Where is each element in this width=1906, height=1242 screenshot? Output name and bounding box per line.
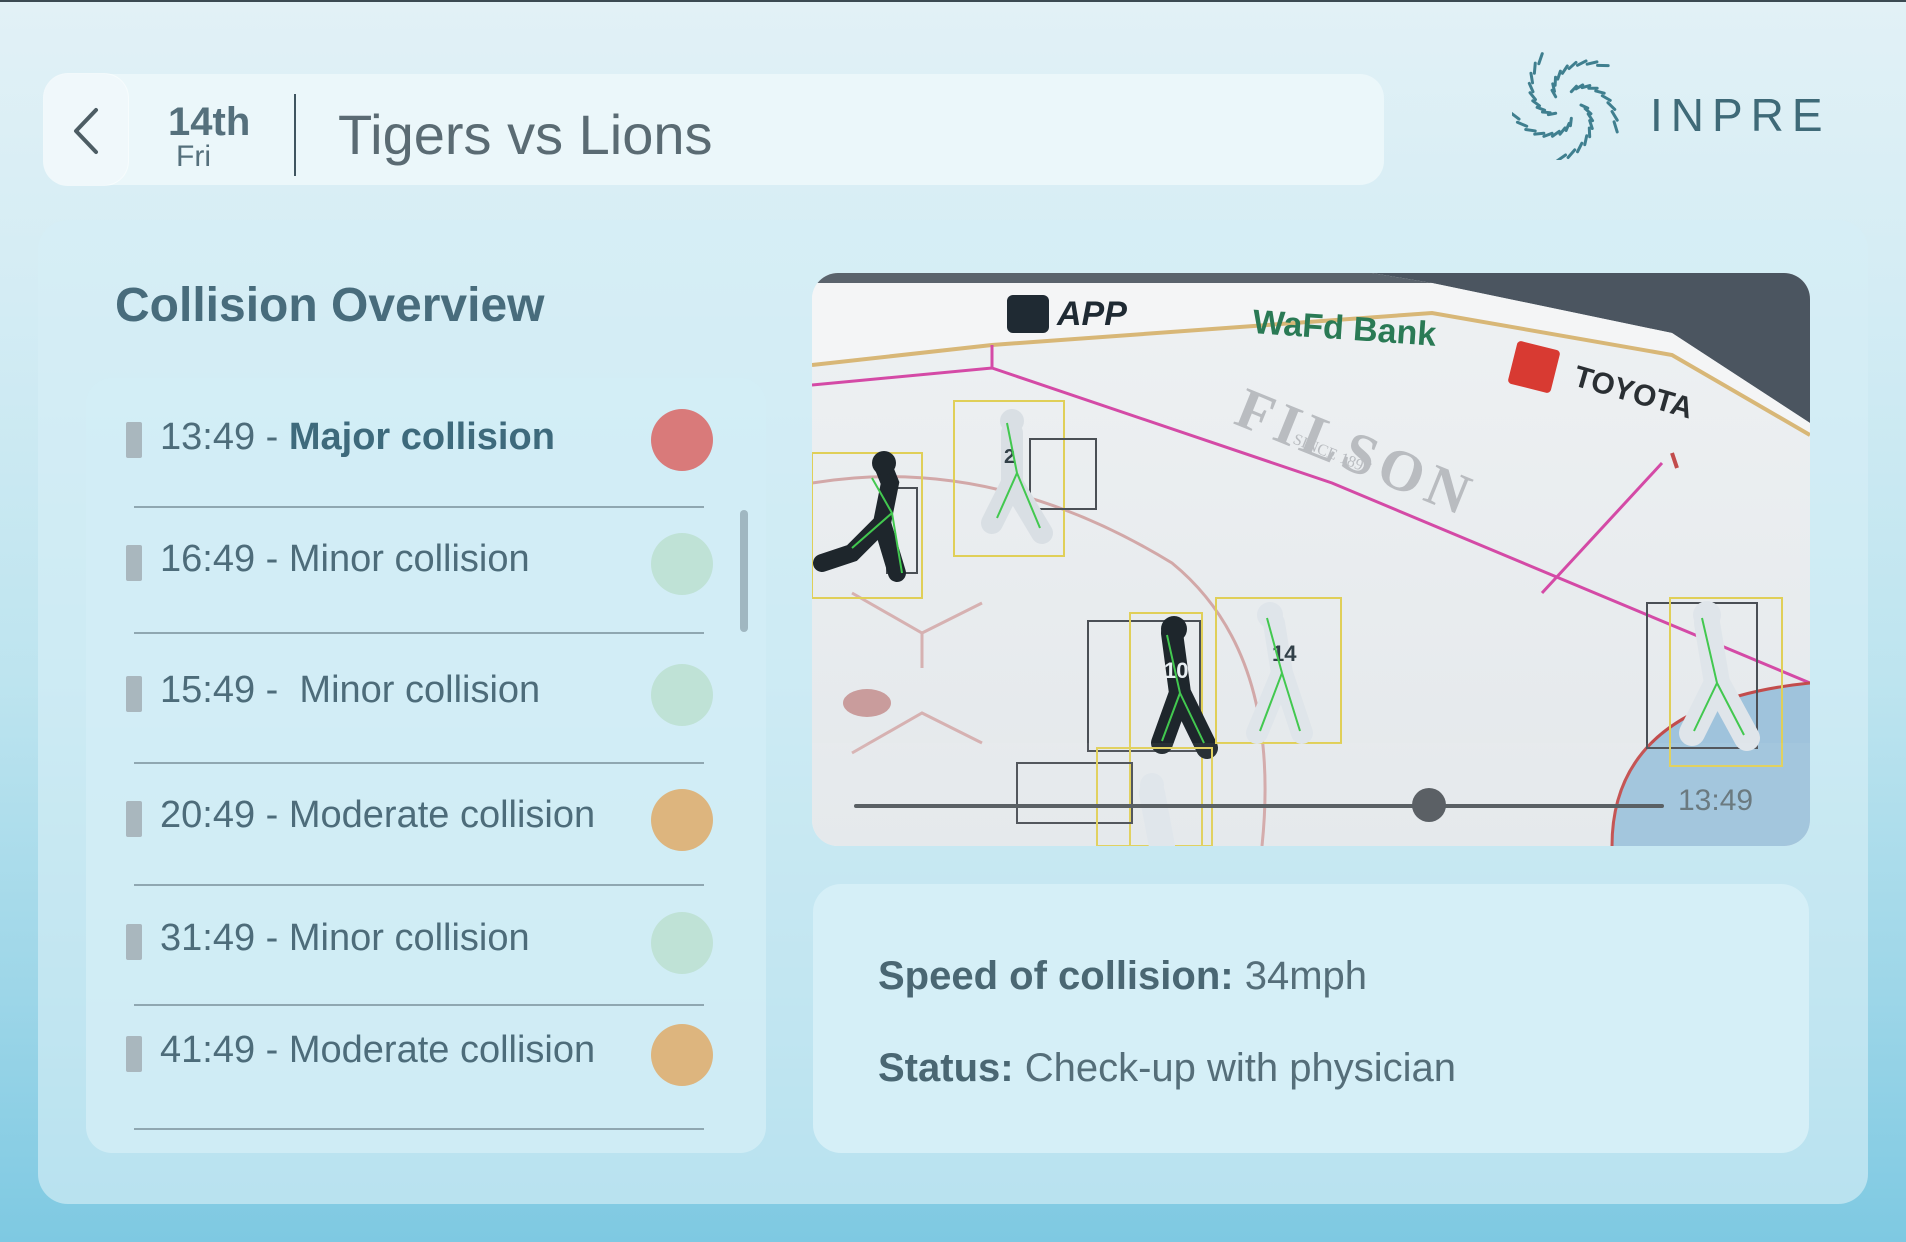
list-item-label: 31:49 - Minor collision <box>160 917 530 960</box>
hockey-frame: APP WaFd Bank TOYOTA FILSON SINCE 1897 2… <box>812 273 1810 846</box>
list-scrollbar[interactable] <box>740 510 748 632</box>
list-item-label: 20:49 - Moderate collision <box>160 794 595 837</box>
list-item[interactable]: 41:49 - Moderate collision <box>86 1002 766 1102</box>
severity-dot <box>651 912 713 974</box>
list-item-label: 16:49 - Minor collision <box>160 538 530 581</box>
date-weekday: Fri <box>176 140 211 173</box>
severity-dot <box>651 533 713 595</box>
divider <box>134 884 704 886</box>
brand-name: INPRE <box>1650 89 1831 141</box>
collision-kind: Moderate collision <box>288 1029 596 1071</box>
list-item-label: 15:49 - Minor collision <box>160 669 540 712</box>
list-marker <box>126 545 142 581</box>
list-marker <box>126 1036 142 1072</box>
divider <box>134 1128 704 1130</box>
window-frame <box>0 0 1906 2</box>
severity-dot <box>651 409 713 471</box>
match-title: Tigers vs Lions <box>338 103 713 166</box>
status-value: Check-up with physician <box>1013 1046 1456 1090</box>
divider <box>134 762 704 764</box>
list-item-label: 41:49 - Moderate collision <box>160 1029 595 1072</box>
collision-time: 41:49 - <box>160 1029 289 1071</box>
collision-details-card: Speed of collision: 34mph Status: Check-… <box>813 884 1809 1153</box>
list-item[interactable]: 20:49 - Moderate collision <box>86 767 766 867</box>
list-item[interactable]: 13:49 - Major collision <box>86 389 766 489</box>
spiral-logo-icon <box>1512 52 1619 160</box>
collision-time: 31:49 - <box>160 917 289 959</box>
divider <box>134 506 704 508</box>
status-row: Status: Check-up with physician <box>878 1046 1456 1091</box>
list-marker <box>126 924 142 960</box>
list-item[interactable]: 31:49 - Minor collision <box>86 890 766 990</box>
back-button[interactable] <box>44 74 128 185</box>
collision-time: 15:49 - <box>160 669 300 711</box>
list-item[interactable]: 16:49 - Minor collision <box>86 511 766 611</box>
collision-list: 13:49 - Major collision 16:49 - Minor co… <box>86 378 766 1153</box>
nhl-icon <box>1007 295 1049 333</box>
video-scrubber-track[interactable] <box>854 804 1664 808</box>
section-title: Collision Overview <box>115 279 545 332</box>
list-item[interactable]: 15:49 - Minor collision <box>86 642 766 742</box>
speed-value: 34mph <box>1233 954 1368 998</box>
video-player[interactable]: APP WaFd Bank TOYOTA FILSON SINCE 1897 2… <box>812 273 1810 846</box>
collision-kind: Moderate collision <box>288 794 596 836</box>
collision-kind: Major collision <box>288 416 555 458</box>
header-divider <box>294 94 296 176</box>
collision-time: 13:49 - <box>160 416 289 458</box>
header-bar: 14th Fri Tigers vs Lions <box>44 74 1384 185</box>
severity-dot <box>651 664 713 726</box>
list-marker <box>126 422 142 458</box>
collision-kind: Minor collision <box>288 538 530 580</box>
list-marker <box>126 676 142 712</box>
collision-kind: Minor collision <box>288 917 530 959</box>
severity-dot <box>651 1024 713 1086</box>
collision-kind: Minor collision <box>299 669 541 711</box>
severity-dot <box>651 789 713 851</box>
divider <box>134 632 704 634</box>
chevron-left-icon <box>74 108 98 154</box>
list-item-label: 13:49 - Major collision <box>160 416 555 459</box>
speed-row: Speed of collision: 34mph <box>878 954 1367 999</box>
collision-time: 20:49 - <box>160 794 289 836</box>
collision-time: 16:49 - <box>160 538 289 580</box>
speed-label: Speed of collision: <box>878 954 1234 998</box>
list-marker <box>126 801 142 837</box>
video-timestamp: 13:49 <box>1678 784 1754 817</box>
video-scrubber-handle[interactable] <box>1412 788 1447 822</box>
status-label: Status: <box>878 1046 1014 1090</box>
board-text-app: APP <box>1056 295 1127 333</box>
date-day: 14th <box>168 100 251 144</box>
